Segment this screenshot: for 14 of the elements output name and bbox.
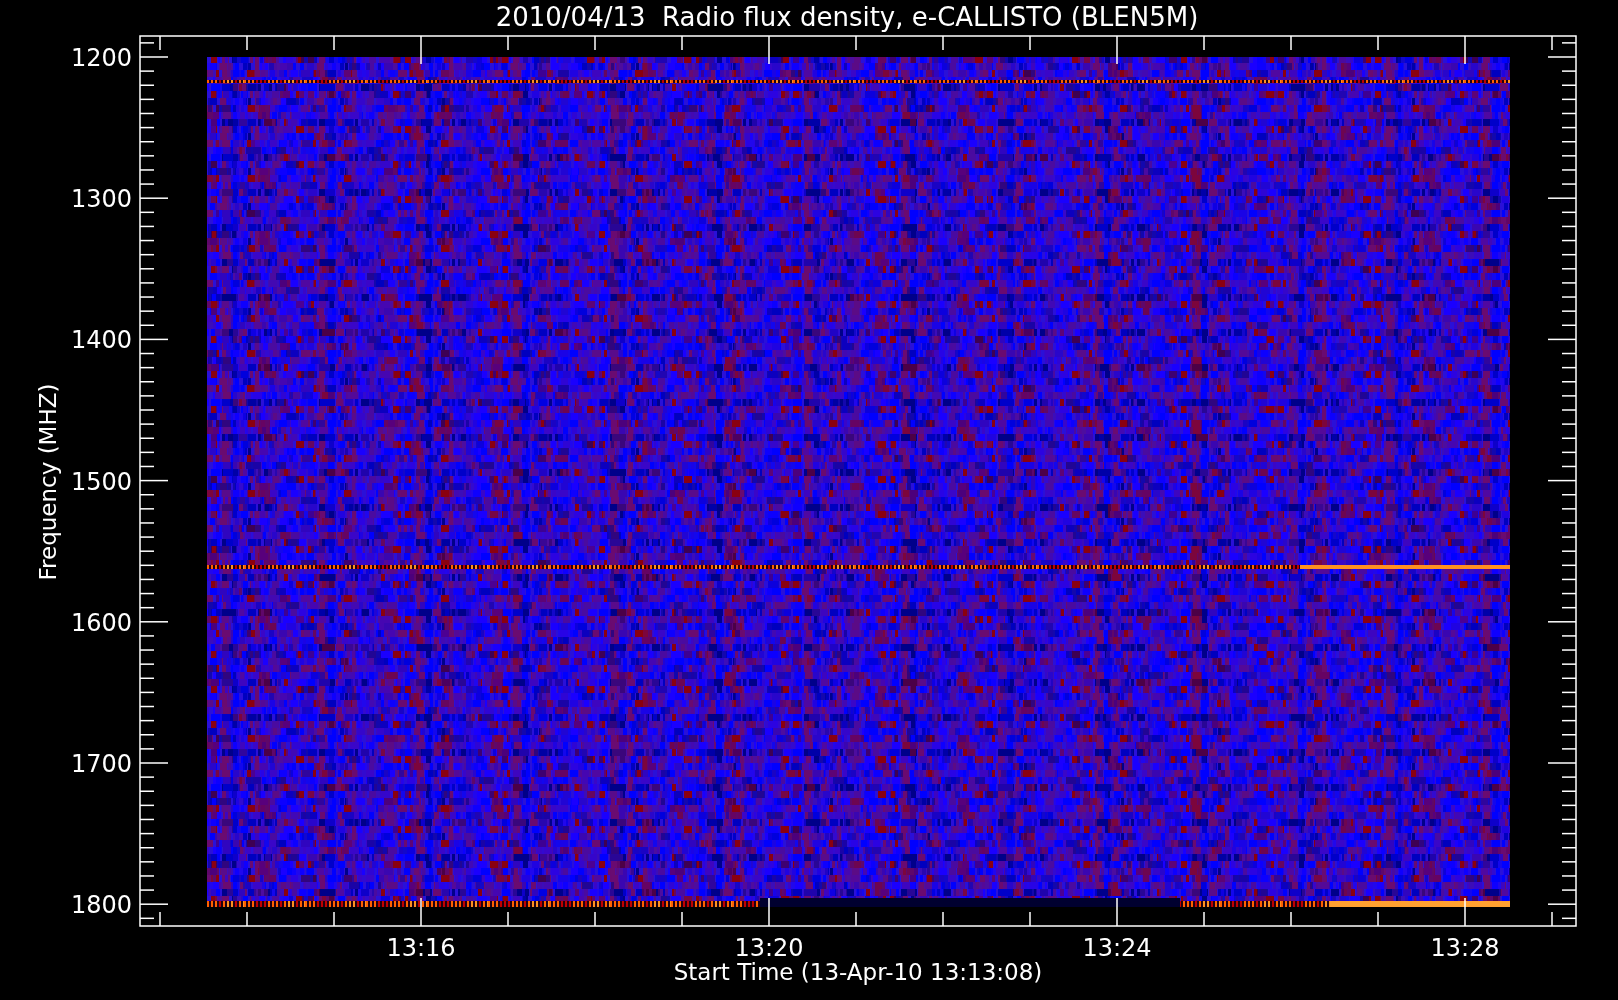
tick-label: 1700 — [70, 750, 132, 778]
tick-label: 1500 — [70, 467, 132, 496]
tick-label: 13:28 — [1430, 934, 1500, 962]
tick-label: 1300 — [70, 185, 132, 214]
tick-label: 1200 — [70, 44, 132, 72]
tick-label: 1800 — [70, 891, 132, 920]
plot-title: 2010/04/13 Radio flux density, e-CALLISTO (BLEN5M) — [495, 2, 1199, 32]
tick-label: 1400 — [70, 326, 132, 355]
tick-label: 13:16 — [386, 934, 456, 962]
axis-label: Frequency (MHZ) — [35, 383, 61, 581]
tick-label: 13:24 — [1082, 934, 1152, 962]
tick-label: 13:20 — [734, 934, 804, 962]
axis-label: Start Time (13-Apr-10 13:13:08) — [673, 959, 1043, 985]
tick-label: 1600 — [70, 608, 132, 637]
